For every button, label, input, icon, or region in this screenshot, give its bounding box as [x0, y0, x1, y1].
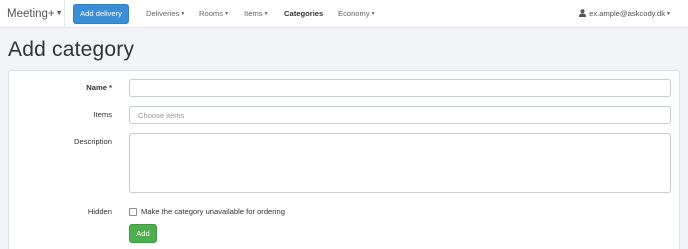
brand-menu[interactable]: Meeting+▼ — [7, 0, 63, 28]
name-field[interactable] — [129, 79, 671, 97]
user-email: ex.ample@askcody.dk — [589, 9, 666, 18]
nav-item-label: Items — [244, 9, 263, 18]
nav-item-rooms[interactable]: Rooms▼ — [199, 0, 229, 28]
name-label: Name * — [86, 83, 112, 92]
nav-item-economy[interactable]: Economy▼ — [338, 0, 376, 28]
top-navbar: Meeting+▼ Add delivery Deliveries▼ Rooms… — [0, 0, 688, 28]
items-select[interactable] — [129, 106, 671, 124]
items-label: Items — [93, 110, 112, 119]
caret-down-icon: ▼ — [666, 11, 671, 17]
hidden-checkbox[interactable] — [129, 208, 137, 216]
user-menu[interactable]: ex.ample@askcody.dk▼ — [579, 0, 671, 28]
caret-down-icon: ▼ — [224, 11, 230, 17]
nav-item-categories[interactable]: Categories — [284, 0, 323, 28]
nav-item-items[interactable]: Items▼ — [244, 0, 269, 28]
hidden-checkbox-label[interactable]: Make the category unavailable for orderi… — [141, 203, 285, 221]
page-title: Add category — [8, 38, 135, 61]
hidden-label: Hidden — [87, 207, 112, 216]
add-delivery-button[interactable]: Add delivery — [73, 4, 129, 24]
caret-down-icon: ▼ — [263, 11, 269, 17]
caret-down-icon: ▼ — [180, 11, 186, 17]
nav-item-label: Economy — [338, 9, 370, 18]
navbar-divider — [64, 0, 65, 28]
caret-down-icon: ▼ — [370, 11, 376, 17]
nav-item-label: Deliveries — [146, 9, 180, 18]
user-icon — [579, 9, 587, 17]
description-label: Description — [74, 137, 112, 146]
add-button[interactable]: Add — [129, 224, 157, 243]
brand-label: Meeting+ — [7, 8, 55, 21]
caret-down-icon: ▼ — [55, 10, 63, 17]
nav-item-label: Rooms — [199, 9, 224, 18]
description-field[interactable] — [129, 133, 671, 193]
nav-item-deliveries[interactable]: Deliveries▼ — [146, 0, 185, 28]
nav-item-label: Categories — [284, 9, 324, 18]
